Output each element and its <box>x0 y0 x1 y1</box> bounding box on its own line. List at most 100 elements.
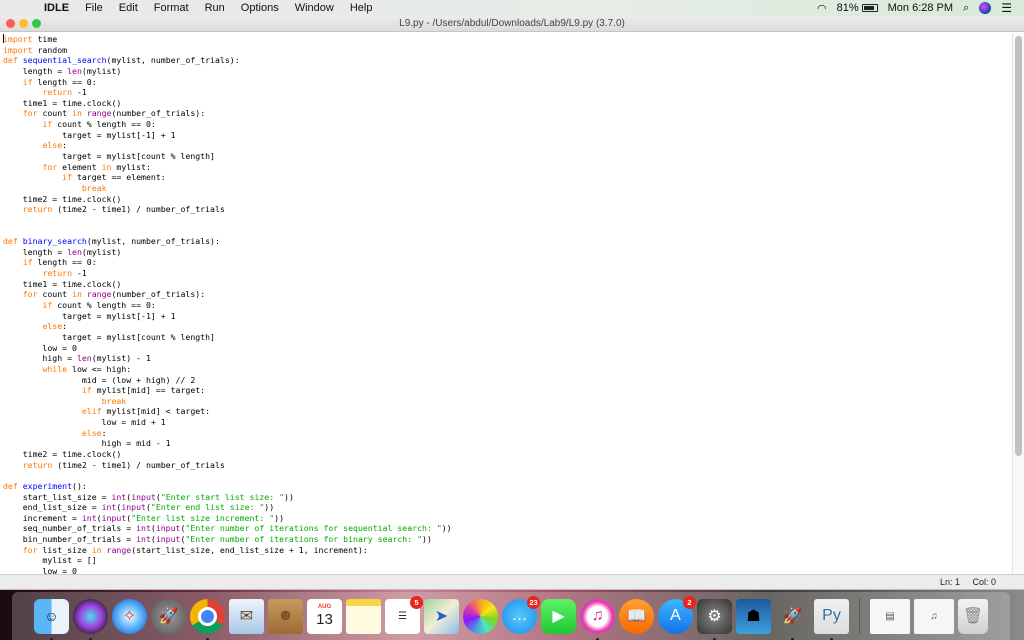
code-line: else: <box>3 428 1012 439</box>
battery-status[interactable]: 81% <box>837 2 878 14</box>
code-token: (mylist) <box>81 246 122 257</box>
dock-mail-icon[interactable]: ✉ <box>229 598 264 634</box>
code-token: time2 = time.clock() <box>3 448 122 459</box>
builtin-token: len <box>67 65 82 76</box>
dock-safari-icon[interactable]: ✧ <box>112 598 147 634</box>
reminders-glyph: ☰ <box>398 610 407 622</box>
keyword-token: return <box>42 268 73 279</box>
code-line: def sequential_search(mylist, number_of_… <box>3 55 1012 66</box>
window-controls <box>6 19 41 28</box>
dock-maps-icon[interactable]: ➤ <box>424 598 459 634</box>
code-token: low = 0 <box>3 342 77 353</box>
messages-glyph: … <box>511 607 528 624</box>
dock-chrome-icon[interactable] <box>190 598 225 640</box>
notification-badge: 5 <box>410 595 423 609</box>
dock-contacts-icon[interactable]: ☻ <box>268 598 303 634</box>
keyword-token: break <box>101 395 127 406</box>
code-editor[interactable]: import time import random def sequential_s… <box>0 33 1012 575</box>
code-line: else: <box>3 321 1012 332</box>
code-line: else: <box>3 140 1012 151</box>
menu-format[interactable]: Format <box>146 0 197 16</box>
menu-edit[interactable]: Edit <box>111 0 146 16</box>
code-token: high = mid - 1 <box>3 438 171 449</box>
battery-icon <box>861 4 878 12</box>
code-line: mylist = [] <box>3 555 1012 566</box>
code-token: (start_list_size, end_list_size + 1, inc… <box>131 544 368 555</box>
builtin-token: int <box>136 534 151 545</box>
menu-bar: IDLE File Edit Format Run Options Window… <box>0 0 1024 16</box>
dock-launchpad-icon[interactable]: 🚀 <box>151 598 186 634</box>
code-line: for element in mylist: <box>3 162 1012 173</box>
dock-documents-stack-icon[interactable]: ♫ <box>914 598 954 634</box>
code-line: return (time2 - time1) / number_of_trial… <box>3 460 1012 471</box>
menu-file[interactable]: File <box>77 0 111 16</box>
minimize-window-button[interactable] <box>19 19 28 28</box>
code-line: elif mylist[mid] < target: <box>3 406 1012 417</box>
dock-idle-python-icon[interactable]: Py <box>814 598 849 640</box>
dock-downloads-stack-icon[interactable]: ▤ <box>870 598 910 634</box>
vertical-scrollbar[interactable] <box>1012 33 1024 575</box>
dock-reminders-icon[interactable]: ☰ 5 <box>385 595 423 634</box>
dock-messages-icon[interactable]: … 23 <box>502 595 540 634</box>
dock-python-launcher-icon[interactable]: 🚀 <box>775 599 810 640</box>
builtin-token: input <box>131 491 156 502</box>
keyword-token: for <box>22 544 38 555</box>
code-token: -1 <box>72 268 87 279</box>
dock-photos-icon[interactable] <box>463 598 498 634</box>
code-line: time2 = time.clock() <box>3 194 1012 205</box>
menu-window[interactable]: Window <box>287 0 342 16</box>
dock-notes-icon[interactable] <box>346 598 381 634</box>
code-line: return -1 <box>3 87 1012 98</box>
trash-glyph: 🗑 <box>962 608 984 625</box>
builtin-token: int <box>101 502 117 513</box>
dock-system-preferences-icon[interactable]: ⚙ <box>697 598 732 640</box>
code-line: length = len(mylist) <box>3 66 1012 77</box>
dock: ☺ ✧ 🚀 ✉ ☻ AUG 13 ☰ 5 ➤ … 23 ▶ ♫ 📖 A 2 ⚙ ☗ 🚀 Py ▤ ♫ 🗑 <box>12 592 1010 640</box>
dock-itunes-icon[interactable]: ♫ <box>580 598 615 640</box>
code-token: (mylist, number_of_trials): <box>86 236 220 247</box>
notification-center-icon[interactable]: ☰ <box>1001 1 1012 15</box>
code-token: element <box>57 161 102 172</box>
code-line: for list_size in range(start_list_size, … <box>3 545 1012 556</box>
dock-trash-icon[interactable]: 🗑 <box>958 598 988 634</box>
spotlight-search-icon[interactable]: ⌕ <box>963 2 969 15</box>
dock-finder-icon[interactable]: ☺ <box>34 598 69 640</box>
menu-run[interactable]: Run <box>197 0 233 16</box>
code-token: time1 = time.clock() <box>3 97 122 108</box>
close-window-button[interactable] <box>6 19 15 28</box>
builtin-token: int <box>136 523 151 534</box>
finder-glyph: ☺ <box>44 608 59 624</box>
menu-options[interactable]: Options <box>233 0 287 16</box>
builtin-token: input <box>155 523 181 534</box>
menu-app-name[interactable]: IDLE <box>36 0 77 16</box>
dock-calendar-icon[interactable]: AUG 13 <box>307 598 342 634</box>
code-line: return -1 <box>3 268 1012 279</box>
calendar-glyph: 13 <box>316 611 333 628</box>
dock-siri-icon[interactable] <box>73 598 108 640</box>
siri-icon[interactable] <box>979 2 992 14</box>
dock-ibooks-icon[interactable]: 📖 <box>619 598 654 634</box>
wifi-icon[interactable]: ◠ <box>817 2 827 15</box>
dock-app-store-icon[interactable]: A2 <box>658 595 696 634</box>
builtin-token: input <box>121 502 146 513</box>
keyword-token: import <box>3 34 33 44</box>
dock-facetime-icon[interactable]: ▶ <box>541 598 576 634</box>
code-token: end_list_size = <box>3 502 102 513</box>
scrollbar-thumb[interactable] <box>1015 36 1022 456</box>
code-line: break <box>3 183 1012 194</box>
zoom-window-button[interactable] <box>32 19 41 28</box>
clock[interactable]: Mon 6:28 PM <box>888 2 953 14</box>
string-token: "Enter number of iterations for binary s… <box>185 534 423 545</box>
keyword-token: if <box>22 257 33 268</box>
window-titlebar[interactable]: L9.py - /Users/abdul/Downloads/Lab9/L9.p… <box>0 16 1024 32</box>
menu-help[interactable]: Help <box>342 0 381 16</box>
code-token: list_size <box>37 544 92 555</box>
documents-stack-glyph: ♫ <box>930 610 938 622</box>
dock-kindle-icon[interactable]: ☗ <box>736 598 771 634</box>
